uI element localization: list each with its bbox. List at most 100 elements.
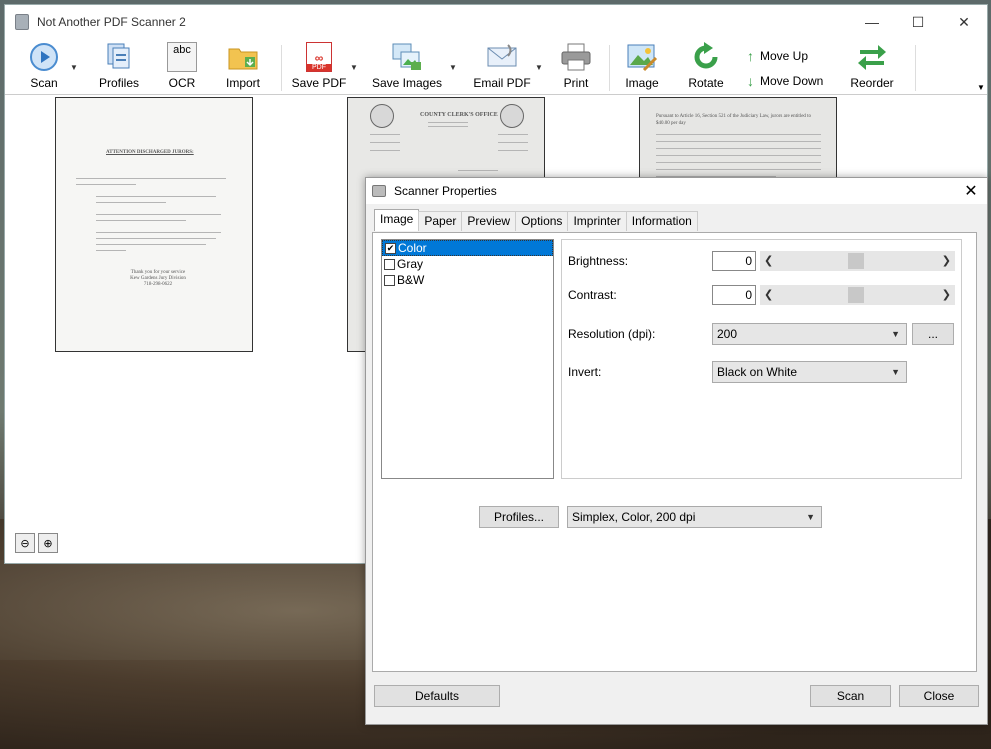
toolbar-separator bbox=[609, 45, 610, 91]
defaults-button[interactable]: Defaults bbox=[374, 685, 500, 707]
dialog-tabs: Image Paper Preview Options Imprinter In… bbox=[374, 209, 698, 231]
email-pdf-label: Email PDF bbox=[473, 76, 531, 90]
save-images-label: Save Images bbox=[371, 76, 443, 90]
mode-item-gray[interactable]: Gray bbox=[382, 256, 553, 272]
image-label: Image bbox=[625, 76, 659, 90]
page-thumbnail[interactable]: ATTENTION DISCHARGED JURORS: Thank you f… bbox=[55, 97, 253, 352]
move-down-label: Move Down bbox=[760, 74, 824, 88]
close-window-button[interactable]: ✕ bbox=[941, 5, 987, 39]
reorder-toolbar-button[interactable]: Reorder bbox=[849, 41, 895, 93]
zoom-in-button[interactable]: ⊕ bbox=[38, 533, 58, 553]
move-up-label: Move Up bbox=[760, 49, 809, 63]
slider-thumb[interactable] bbox=[848, 287, 864, 303]
toolbar-separator bbox=[281, 45, 282, 91]
import-toolbar-button[interactable]: Import bbox=[223, 41, 263, 93]
profiles-toolbar-button[interactable]: Profiles bbox=[97, 41, 141, 93]
mode-item-bw[interactable]: B&W bbox=[382, 272, 553, 288]
slider-left-arrow-icon[interactable]: ❮ bbox=[764, 254, 773, 267]
close-button[interactable]: Close bbox=[899, 685, 979, 707]
scan-dropdown-arrow[interactable]: ▼ bbox=[70, 63, 78, 72]
resolution-select[interactable]: 200 ▼ bbox=[712, 323, 907, 345]
images-icon bbox=[391, 41, 423, 73]
tab-options[interactable]: Options bbox=[515, 211, 569, 231]
brightness-field[interactable]: 0 bbox=[712, 251, 756, 271]
email-pdf-toolbar-button[interactable]: Email PDF bbox=[473, 41, 531, 93]
contrast-label: Contrast: bbox=[568, 288, 617, 302]
thumbnail-footer: Thank you for your service Kew Gardens J… bbox=[130, 270, 186, 287]
print-label: Print bbox=[563, 76, 589, 90]
slider-left-arrow-icon[interactable]: ❮ bbox=[764, 288, 773, 301]
ocr-icon: abc bbox=[166, 41, 198, 73]
dialog-close-icon[interactable]: ✕ bbox=[955, 181, 987, 201]
print-toolbar-button[interactable]: Print bbox=[560, 41, 592, 93]
email-icon bbox=[486, 41, 518, 73]
seal-icon bbox=[370, 104, 394, 128]
invert-select[interactable]: Black on White ▼ bbox=[712, 361, 907, 383]
slider-right-arrow-icon[interactable]: ❯ bbox=[942, 288, 951, 301]
save-pdf-dropdown-arrow[interactable]: ▼ bbox=[350, 63, 358, 72]
brightness-slider[interactable]: ❮ ❯ bbox=[760, 251, 955, 271]
mode-label: B&W bbox=[397, 273, 425, 287]
checkbox-icon[interactable] bbox=[384, 258, 395, 270]
checkbox-icon[interactable] bbox=[384, 274, 395, 286]
toolbar-overflow-arrow[interactable]: ▼ bbox=[977, 83, 985, 92]
tab-preview[interactable]: Preview bbox=[461, 211, 517, 231]
chevron-down-icon: ▼ bbox=[891, 367, 900, 377]
mode-label: Gray bbox=[397, 257, 424, 271]
email-pdf-dropdown-arrow[interactable]: ▼ bbox=[535, 63, 543, 72]
move-up-button[interactable]: ↑ Move Up bbox=[747, 48, 808, 64]
rotate-toolbar-button[interactable]: Rotate bbox=[687, 41, 725, 93]
chevron-down-icon: ▼ bbox=[891, 329, 900, 339]
zoom-out-button[interactable]: ⊖ bbox=[15, 533, 35, 553]
resolution-value: 200 bbox=[717, 327, 738, 341]
profiles-button[interactable]: Profiles... bbox=[479, 506, 559, 528]
thumbnail-heading: ATTENTION DISCHARGED JURORS: bbox=[106, 150, 194, 155]
arrow-down-icon: ↓ bbox=[747, 73, 754, 89]
main-titlebar: Not Another PDF Scanner 2 — ☐ ✕ bbox=[5, 5, 987, 39]
image-edit-icon bbox=[626, 41, 658, 73]
scan-button[interactable]: Scan bbox=[810, 685, 891, 707]
image-toolbar-button[interactable]: Image bbox=[623, 41, 661, 93]
tab-imprinter[interactable]: Imprinter bbox=[567, 211, 627, 231]
scanner-properties-dialog: Scanner Properties ✕ Image Paper Preview… bbox=[365, 177, 988, 725]
maximize-button[interactable]: ☐ bbox=[895, 5, 941, 39]
scan-toolbar-button[interactable]: Scan bbox=[23, 41, 65, 93]
contrast-slider[interactable]: ❮ ❯ bbox=[760, 285, 955, 305]
tab-information[interactable]: Information bbox=[625, 211, 698, 231]
minimize-button[interactable]: — bbox=[849, 5, 895, 39]
mode-item-color[interactable]: ✔ Color bbox=[382, 240, 553, 256]
zoom-out-icon: ⊖ bbox=[20, 537, 30, 550]
save-images-toolbar-button[interactable]: Save Images bbox=[371, 41, 443, 93]
thumbnail-heading: Pursuant to Article 16, Section 521 of t… bbox=[656, 114, 812, 126]
tab-image[interactable]: Image bbox=[374, 209, 420, 231]
image-settings-panel: Brightness: 0 ❮ ❯ Contrast: 0 ❮ ❯ Resolu… bbox=[561, 239, 962, 479]
import-label: Import bbox=[225, 76, 260, 90]
ocr-label: OCR bbox=[168, 76, 196, 90]
resolution-more-button[interactable]: ... bbox=[912, 323, 954, 345]
tab-paper[interactable]: Paper bbox=[418, 211, 463, 231]
move-down-button[interactable]: ↓ Move Down bbox=[747, 73, 823, 89]
dialog-titlebar: Scanner Properties ✕ bbox=[366, 178, 987, 204]
contrast-field[interactable]: 0 bbox=[712, 285, 756, 305]
checkbox-checked-icon[interactable]: ✔ bbox=[385, 242, 396, 254]
brightness-label: Brightness: bbox=[568, 254, 629, 268]
printer-icon bbox=[560, 41, 592, 73]
slider-right-arrow-icon[interactable]: ❯ bbox=[942, 254, 951, 267]
ocr-toolbar-button[interactable]: abc OCR bbox=[165, 41, 199, 93]
arrow-up-icon: ↑ bbox=[747, 48, 754, 64]
reorder-label: Reorder bbox=[850, 76, 894, 90]
profiles-label: Profiles bbox=[98, 76, 139, 90]
profile-select[interactable]: Simplex, Color, 200 dpi ▼ bbox=[567, 506, 822, 528]
thumbnail-heading: COUNTY CLERK'S OFFICE bbox=[420, 112, 498, 118]
rotate-label: Rotate bbox=[688, 76, 724, 90]
save-pdf-label: Save PDF bbox=[291, 76, 347, 90]
pdf-file-icon: ∞ PDF bbox=[303, 41, 335, 73]
mode-label: Color bbox=[398, 241, 427, 255]
scanner-icon bbox=[372, 185, 386, 197]
save-images-dropdown-arrow[interactable]: ▼ bbox=[449, 63, 457, 72]
profiles-icon bbox=[103, 41, 135, 73]
profile-value: Simplex, Color, 200 dpi bbox=[572, 510, 696, 524]
slider-thumb[interactable] bbox=[848, 253, 864, 269]
scan-icon bbox=[28, 41, 60, 73]
save-pdf-toolbar-button[interactable]: ∞ PDF Save PDF bbox=[291, 41, 347, 93]
